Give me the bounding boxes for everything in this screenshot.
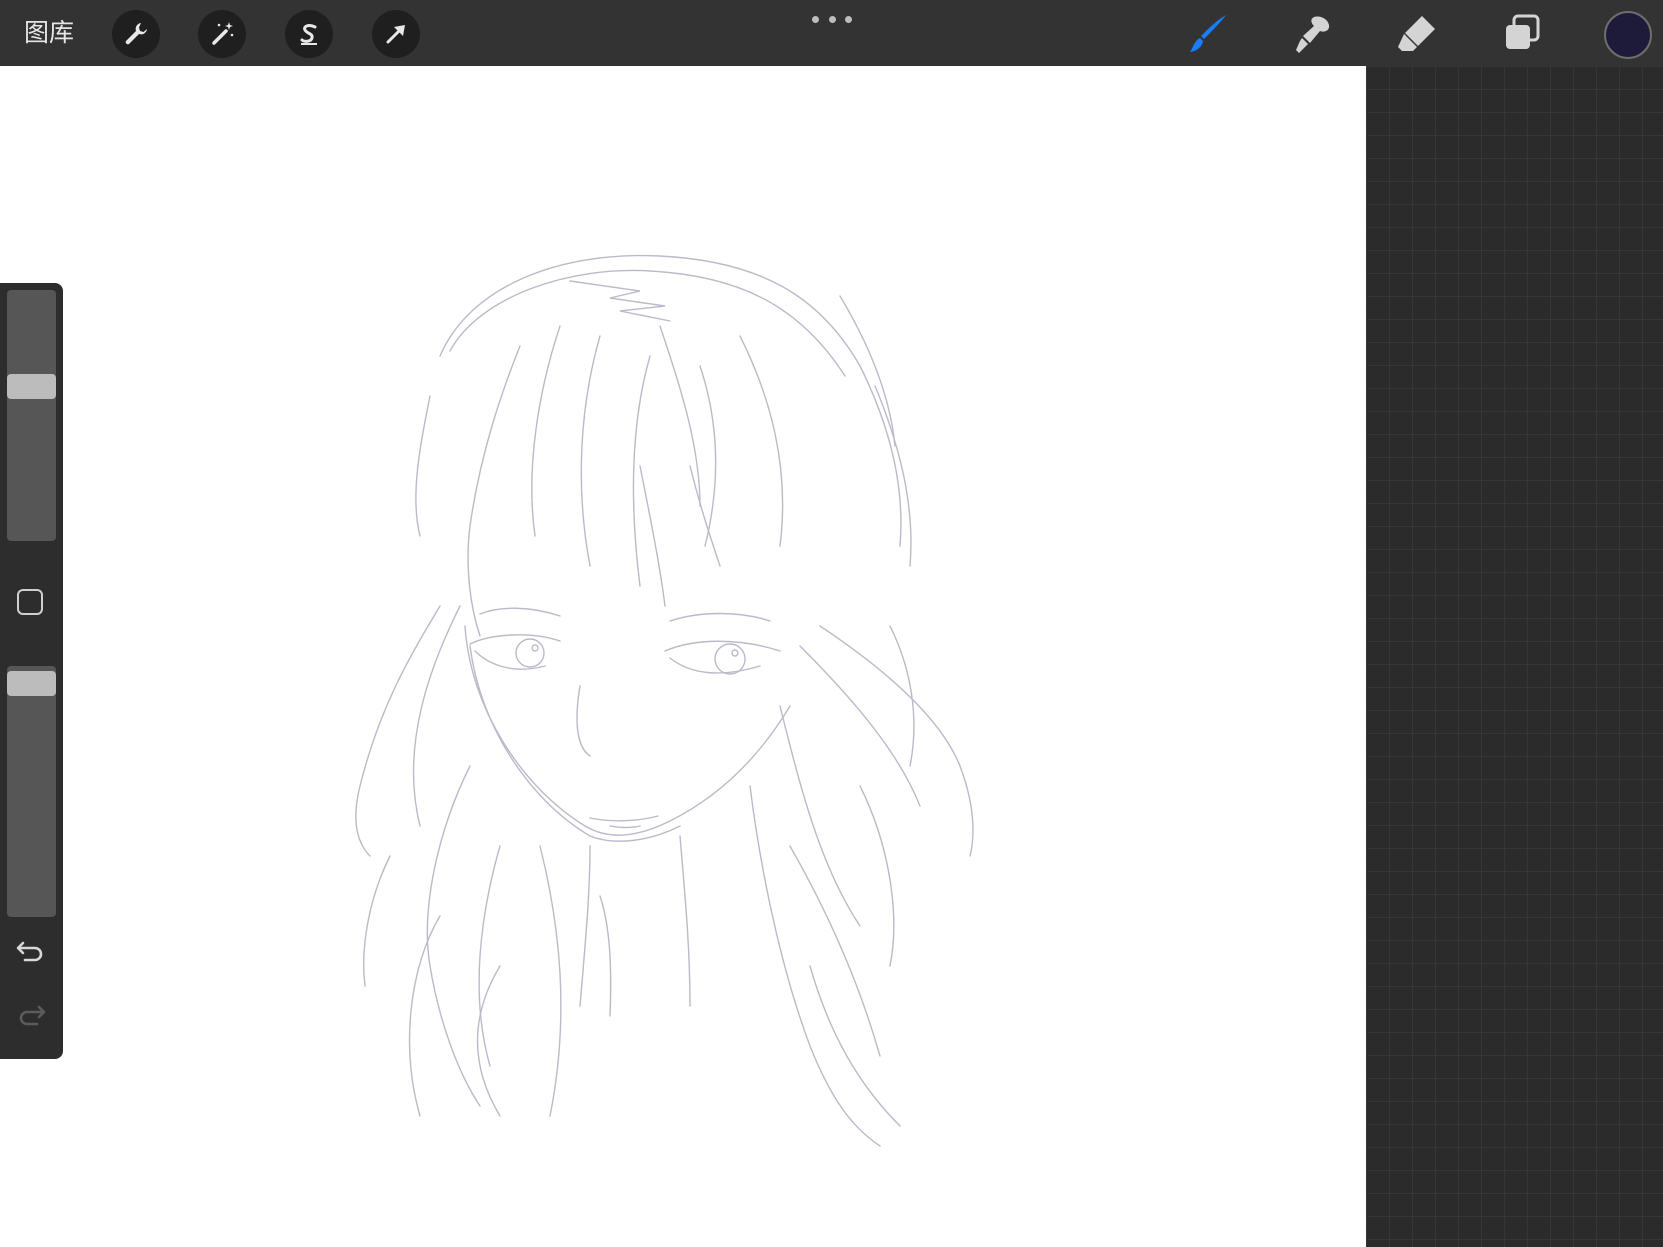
smudge-icon <box>1296 16 1330 53</box>
layers-icon <box>1506 14 1540 49</box>
canvas-background-grid <box>1366 66 1663 1247</box>
layers-button[interactable] <box>1496 8 1548 60</box>
brush-size-slider[interactable] <box>7 290 56 541</box>
drawing-canvas[interactable] <box>0 66 1366 1247</box>
transform-arrow-icon <box>386 25 405 44</box>
gallery-button[interactable]: 图库 <box>24 14 74 52</box>
actions-button[interactable] <box>112 10 160 58</box>
selection-icon <box>300 24 317 45</box>
wrench-icon <box>125 23 147 45</box>
undo-icon[interactable] <box>15 935 47 967</box>
magic-wand-icon <box>212 22 234 45</box>
smudge-button[interactable] <box>1287 8 1339 60</box>
redo-icon[interactable] <box>15 999 47 1031</box>
top-toolbar: 图库 <box>0 0 1663 66</box>
color-picker-button[interactable] <box>1604 11 1652 59</box>
sidebar <box>0 283 63 1059</box>
more-dots-icon[interactable] <box>812 12 852 26</box>
eraser-icon <box>1398 16 1435 51</box>
transform-button[interactable] <box>372 10 420 58</box>
eraser-button[interactable] <box>1391 8 1443 60</box>
adjustments-button[interactable] <box>198 10 246 58</box>
selection-button[interactable] <box>285 10 333 58</box>
opacity-slider-thumb[interactable] <box>7 671 56 696</box>
pencil-sketch <box>355 254 974 1147</box>
brush-icon <box>1190 15 1226 52</box>
opacity-slider[interactable] <box>7 666 56 917</box>
brush-button[interactable] <box>1183 8 1235 60</box>
brush-size-slider-thumb[interactable] <box>7 374 56 399</box>
modify-square-icon[interactable] <box>17 589 43 615</box>
